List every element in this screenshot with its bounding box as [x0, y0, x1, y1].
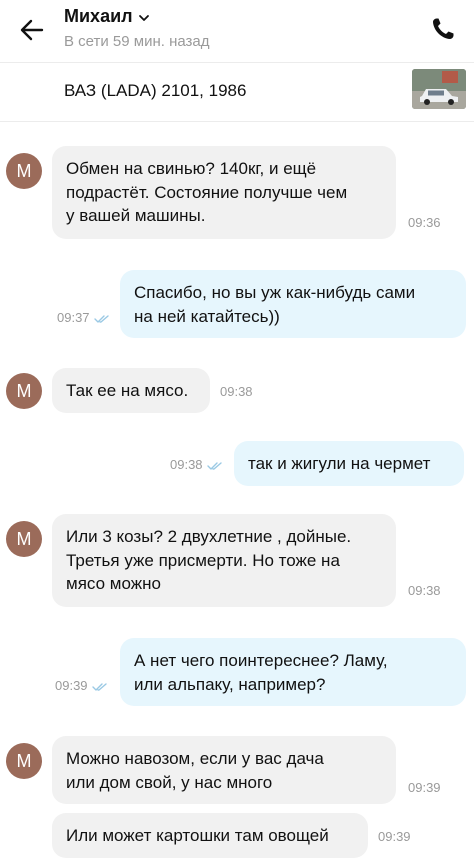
message-text: А нет чего поинтереснее? Ламу, или альпа… [134, 651, 388, 694]
message-time: 09:39 [408, 780, 441, 795]
message-text: Спасибо, но вы уж как-нибудь сами на ней… [134, 283, 416, 326]
message-text: Или может картошки там овощей [66, 826, 329, 845]
message-time: 09:36 [408, 215, 441, 230]
read-check-icon [93, 314, 109, 323]
message-text: так и жигули на чермет [248, 454, 431, 473]
message-time: 09:38 [170, 457, 223, 472]
incoming-message[interactable]: Можно навозом, если у вас дача или дом с… [52, 736, 441, 804]
listing-title[interactable]: ВАЗ (LADA) 2101, 1986 [64, 81, 246, 101]
read-check-icon [91, 682, 107, 691]
chat-header: Михаил В сети 59 мин. назад [0, 0, 474, 62]
message-time: 09:39 [378, 829, 411, 844]
listing-thumbnail[interactable] [412, 69, 466, 109]
car-photo-icon [412, 69, 466, 109]
incoming-message[interactable]: Так ее на мясо. [52, 368, 210, 413]
message-text: Так ее на мясо. [66, 381, 189, 400]
back-arrow-icon[interactable] [18, 16, 46, 44]
outgoing-message[interactable]: А нет чего поинтереснее? Ламу, или альпа… [120, 638, 466, 706]
avatar[interactable]: М [6, 153, 42, 189]
message-text: Или 3 козы? 2 двухлетние , дойные. Треть… [66, 527, 352, 593]
message-time-value: 09:38 [170, 457, 203, 472]
contact-name[interactable]: Михаил [64, 6, 133, 27]
incoming-message[interactable]: Или 3 козы? 2 двухлетние , дойные. Треть… [52, 514, 441, 607]
listing-divider [0, 121, 474, 122]
message-time: 09:39 [55, 678, 108, 693]
online-status: В сети 59 мин. назад [64, 33, 210, 50]
message-time: 09:38 [220, 384, 253, 399]
message-time: 09:38 [408, 583, 441, 598]
read-check-icon [206, 461, 222, 470]
incoming-message[interactable]: Обмен на свинью? 140кг, и ещё подрастёт.… [52, 146, 441, 239]
chevron-down-icon[interactable] [137, 11, 151, 25]
avatar[interactable]: М [6, 743, 42, 779]
message-time: 09:37 [57, 310, 110, 325]
contact-name-row[interactable]: Михаил [64, 6, 151, 27]
message-text: Можно навозом, если у вас дача или дом с… [66, 749, 324, 792]
outgoing-message[interactable]: так и жигули на чермет [234, 441, 464, 486]
phone-icon[interactable] [428, 14, 458, 44]
message-time-value: 09:39 [55, 678, 88, 693]
avatar[interactable]: М [6, 373, 42, 409]
incoming-message[interactable]: Или может картошки там овощей [52, 813, 368, 858]
listing-bar[interactable]: ВАЗ (LADA) 2101, 1986 [0, 63, 474, 119]
message-text: Обмен на свинью? 140кг, и ещё подрастёт.… [66, 159, 348, 225]
avatar[interactable]: М [6, 521, 42, 557]
message-time-value: 09:37 [57, 310, 90, 325]
outgoing-message[interactable]: Спасибо, но вы уж как-нибудь сами на ней… [120, 270, 466, 338]
